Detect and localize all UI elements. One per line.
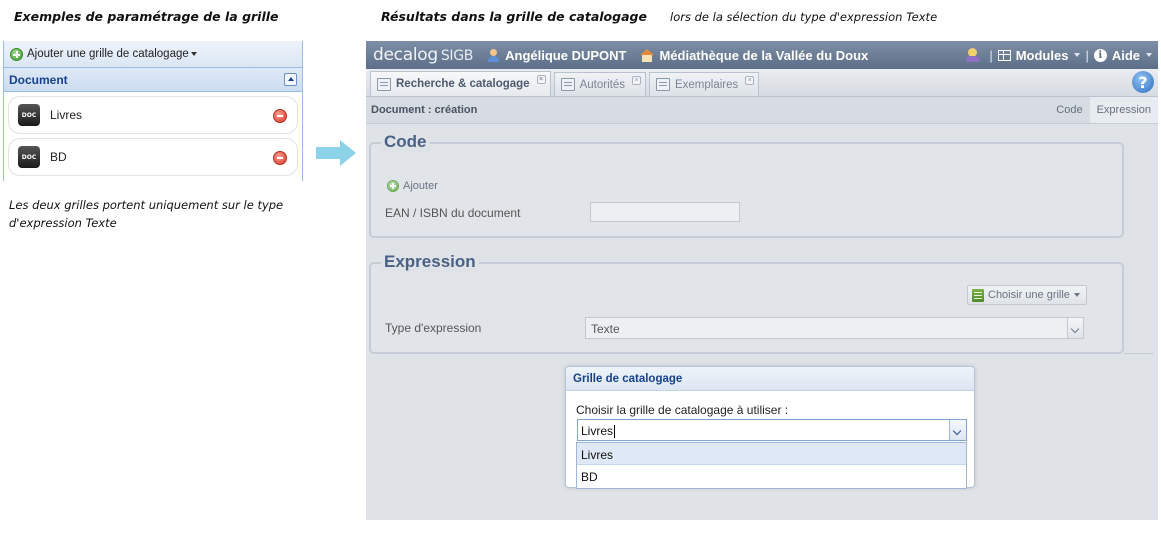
grid-item-bd[interactable]: DOC BD [8,138,298,176]
expression-type-label: Type d'expression [385,321,482,335]
doc-icon: DOC [18,104,40,126]
text-cursor [614,425,616,439]
top-bar: decalog SIGB Angélique DUPONT Médiathèque… [366,41,1158,69]
tab-autorites[interactable]: Autorités × [553,72,646,96]
chevron-down-icon[interactable] [949,420,966,440]
right-caption-title: Résultats dans la grille de catalogage [381,9,647,24]
help-menu[interactable]: i Aide [1093,47,1152,63]
user-menu[interactable]: Angélique DUPONT [487,48,626,63]
home-icon [640,48,655,62]
add-code-button[interactable]: Ajouter [387,180,438,192]
view-tab-code[interactable]: Code [1049,97,1089,123]
close-icon[interactable]: × [631,76,641,85]
grid-item-livres[interactable]: DOC Livres [8,96,298,134]
tab-label: Exemplaires [674,78,739,91]
expression-type-select[interactable]: Texte [585,317,1084,339]
doc-icon: DOC [18,146,40,168]
dialog-title: Grille de catalogage [566,367,974,391]
authority-icon [560,78,575,91]
library-name: Médiathèque de la Vallée du Doux [659,47,869,63]
app-logo: decalog SIGB [373,45,474,65]
grid-icon [972,288,984,302]
grid-combo[interactable]: Livres [577,419,967,441]
grid-settings-panel: Ajouter une grille de catalogage Documen… [3,41,303,181]
breadcrumb-bar: Document : création Code Expression [366,97,1158,124]
grid-option-livres[interactable]: Livres [577,443,966,465]
dialog-prompt: Choisir la grille de catalogage à utilis… [576,403,789,417]
close-icon[interactable]: × [536,75,546,84]
section-title: Document [9,72,68,87]
items-icon [655,78,670,91]
choose-grid-label: Choisir une grille [988,289,1070,301]
library-menu[interactable]: Médiathèque de la Vallée du Doux [640,48,868,63]
module-tabs: Recherche & catalogage × Autorités × Exe… [366,69,1158,97]
user-name: Angélique DUPONT [505,47,627,63]
chevron-down-icon [190,52,197,56]
remove-icon[interactable] [273,151,287,165]
grid-options-list: Livres BD [576,442,967,489]
tab-exemplaires[interactable]: Exemplaires × [648,72,760,96]
modules-label: Modules [1015,47,1069,63]
arrow-right-icon [316,140,356,166]
add-icon [10,47,23,61]
admin-user-icon[interactable] [966,48,981,62]
close-icon[interactable]: × [745,76,755,85]
left-caption-title: Exemples de paramétrage de la grille [14,9,279,24]
chevron-down-icon [1074,53,1081,57]
left-caption-note: Les deux grilles portent uniquement sur … [9,198,284,230]
tab-label: Recherche & catalogage [396,78,530,90]
choose-grid-button[interactable]: Choisir une grille [967,285,1087,305]
add-icon [387,180,399,192]
catalog-icon [377,77,391,91]
grid-combo-value: Livres [581,424,614,438]
tab-recherche-catalogage[interactable]: Recherche & catalogage × [370,71,551,96]
grid-item-label: BD [50,150,67,164]
add-label: Ajouter [403,180,438,192]
chevron-down-icon [1146,53,1152,57]
ean-isbn-input[interactable] [590,202,740,222]
expression-type-value: Texte [591,322,620,336]
right-caption-subtitle: lors de la sélection du type d'expressio… [670,10,938,24]
grid-selection-dialog: Grille de catalogage Choisir la grille d… [565,366,975,489]
expression-legend: Expression [381,252,479,272]
remove-icon[interactable] [273,109,287,123]
modules-icon [997,49,1011,61]
code-legend: Code [381,132,430,152]
grid-option-bd[interactable]: BD [577,465,966,487]
add-grid-button[interactable]: Ajouter une grille de catalogage [4,41,302,68]
collapse-icon[interactable] [284,73,297,86]
expression-section: Expression Choisir une grille Type d'exp… [369,252,1124,354]
chevron-down-icon[interactable] [1067,318,1083,338]
grid-item-label: Livres [50,108,83,122]
add-grid-label: Ajouter une grille de catalogage [27,48,189,60]
catalog-app: decalog SIGB Angélique DUPONT Médiathèque… [366,41,1158,520]
document-section-header: Document [4,68,302,92]
help-label: Aide [1111,47,1140,63]
ean-isbn-label: EAN / ISBN du document [385,206,521,220]
breadcrumb: Document : création [371,104,478,116]
user-icon [487,48,500,62]
help-icon[interactable]: ? [1132,71,1154,93]
code-section: Code Ajouter EAN / ISBN du document [369,132,1124,238]
view-tab-expression[interactable]: Expression [1089,97,1158,123]
chevron-down-icon [1073,293,1080,297]
tab-label: Autorités [579,78,625,91]
modules-menu[interactable]: Modules [997,47,1081,63]
info-icon: i [1093,48,1107,62]
